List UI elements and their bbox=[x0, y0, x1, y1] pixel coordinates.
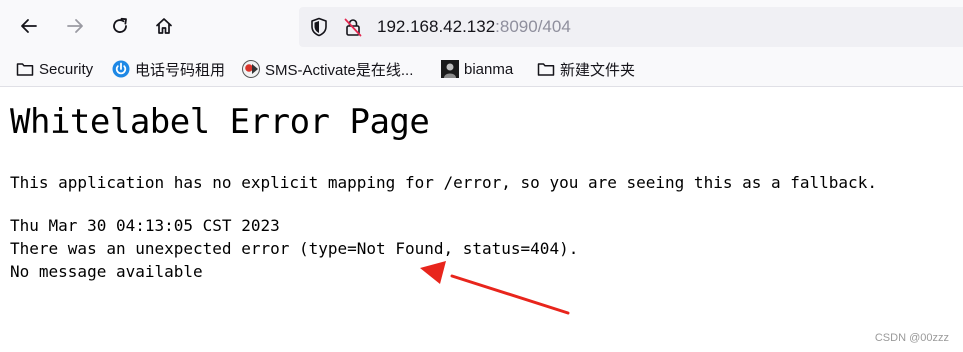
bookmark-sms-activate[interactable]: SMS-Activate是在线... bbox=[242, 59, 413, 79]
url-text[interactable]: 192.168.42.132:8090/404 bbox=[377, 17, 571, 37]
folder-icon bbox=[16, 60, 34, 78]
forward-button[interactable] bbox=[59, 10, 91, 42]
forward-arrow-icon bbox=[67, 19, 83, 33]
folder-icon bbox=[537, 60, 555, 78]
watermark: CSDN @00zzz bbox=[874, 332, 949, 344]
dark-avatar-icon bbox=[441, 60, 459, 78]
home-button[interactable] bbox=[148, 10, 180, 42]
shield-icon[interactable] bbox=[309, 17, 329, 37]
insecure-lock-icon[interactable] bbox=[343, 17, 363, 37]
bookmark-label: SMS-Activate是在线... bbox=[265, 61, 414, 79]
page-title: Whitelabel Error Page bbox=[10, 102, 430, 142]
reload-icon bbox=[113, 17, 127, 33]
bookmark-label: 电话号码租用 bbox=[135, 61, 226, 79]
url-path: :8090/404 bbox=[495, 17, 571, 36]
address-bar[interactable]: 192.168.42.132:8090/404 bbox=[299, 7, 963, 47]
bookmark-label: bianma bbox=[464, 60, 514, 78]
back-arrow-icon bbox=[21, 19, 37, 33]
bookmark-label: 新建文件夹 bbox=[560, 61, 636, 79]
reload-button[interactable] bbox=[104, 10, 136, 42]
bookmarks-bar: Security 电话号码租用 SMS-Activate是在线... bianm… bbox=[0, 52, 963, 87]
error-message: No message available bbox=[10, 262, 203, 281]
page-content: Whitelabel Error Page This application h… bbox=[0, 88, 963, 352]
home-icon bbox=[156, 18, 172, 34]
sms-activate-logo-icon bbox=[242, 60, 260, 78]
bookmark-bianma[interactable]: bianma bbox=[441, 59, 513, 79]
fallback-message: This application has no explicit mapping… bbox=[10, 173, 877, 192]
browser-toolbar: 192.168.42.132:8090/404 bbox=[0, 0, 963, 52]
url-host: 192.168.42.132 bbox=[377, 17, 496, 36]
back-button[interactable] bbox=[13, 10, 45, 42]
bookmark-security[interactable]: Security bbox=[16, 59, 93, 79]
error-timestamp: Thu Mar 30 04:13:05 CST 2023 bbox=[10, 216, 280, 235]
bookmark-label: Security bbox=[39, 60, 94, 78]
power-logo-icon bbox=[112, 60, 130, 78]
error-type-status: There was an unexpected error (type=Not … bbox=[10, 239, 579, 258]
bookmark-phone-rental[interactable]: 电话号码租用 bbox=[112, 59, 225, 79]
bookmark-new-folder[interactable]: 新建文件夹 bbox=[537, 59, 635, 79]
